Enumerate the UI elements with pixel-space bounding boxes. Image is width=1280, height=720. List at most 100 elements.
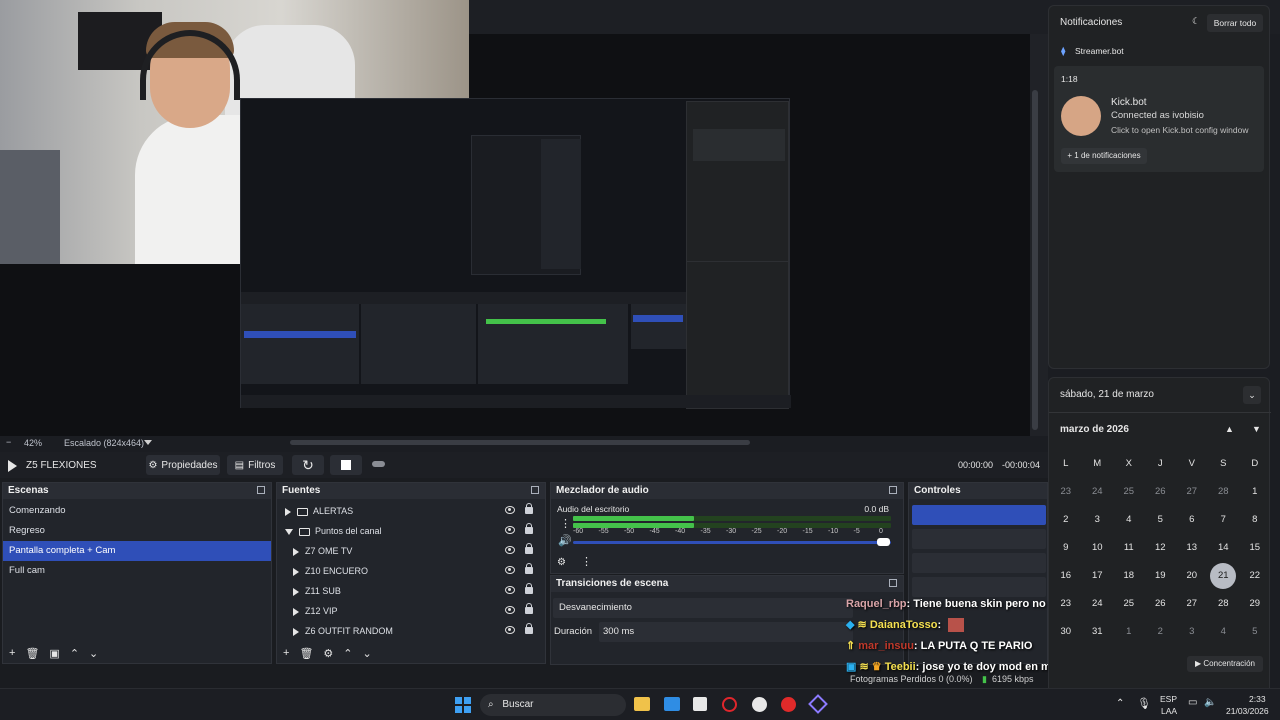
- chevron-right-icon[interactable]: [285, 507, 291, 516]
- calendar-day[interactable]: 26: [1145, 590, 1177, 618]
- lock-icon[interactable]: [525, 523, 533, 534]
- calendar-day[interactable]: 18: [1113, 562, 1145, 590]
- calendar-day[interactable]: 28: [1208, 590, 1240, 618]
- more-vertical-icon[interactable]: ⋮: [581, 555, 592, 568]
- opera-gx-icon[interactable]: [722, 697, 737, 712]
- calendar-day[interactable]: 1: [1113, 618, 1145, 646]
- speaker-icon[interactable]: 🔊: [558, 534, 572, 547]
- network-icon[interactable]: ▭: [1188, 697, 1197, 708]
- clear-all-button[interactable]: Borrar todo: [1207, 14, 1263, 32]
- scene-item[interactable]: Comenzando: [3, 501, 271, 521]
- lock-icon[interactable]: [525, 603, 533, 614]
- calendar-day[interactable]: 31: [1082, 618, 1114, 646]
- focus-session-button[interactable]: ▶ Concentración: [1187, 656, 1263, 672]
- lock-icon[interactable]: [525, 563, 533, 574]
- undock-icon[interactable]: [889, 579, 897, 587]
- lock-icon[interactable]: [525, 503, 533, 514]
- chevron-down-icon[interactable]: [285, 528, 293, 535]
- calendar-day[interactable]: 23: [1050, 590, 1082, 618]
- file-explorer-icon[interactable]: [634, 697, 650, 711]
- eye-icon[interactable]: [505, 566, 515, 574]
- eye-icon[interactable]: [505, 506, 515, 514]
- calendar-day[interactable]: 9: [1050, 534, 1082, 562]
- source-item[interactable]: ALERTAS: [277, 501, 545, 521]
- start-streaming-button[interactable]: [912, 505, 1046, 525]
- calendar-day[interactable]: 11: [1113, 534, 1145, 562]
- calendar-day[interactable]: 27: [1176, 478, 1208, 506]
- calendar-day[interactable]: 7: [1208, 506, 1240, 534]
- chevron-up-icon[interactable]: ⌃: [343, 647, 352, 660]
- photos-icon[interactable]: [664, 697, 680, 711]
- calendar-day[interactable]: 3: [1176, 618, 1208, 646]
- more-vertical-icon[interactable]: ⋮: [560, 517, 571, 530]
- eye-icon[interactable]: [505, 606, 515, 614]
- taskbar-date[interactable]: 21/03/2026: [1226, 706, 1269, 716]
- trash-icon[interactable]: 🗑: [299, 647, 313, 660]
- lock-icon[interactable]: [525, 623, 533, 634]
- calendar-day[interactable]: 10: [1082, 534, 1114, 562]
- calendar-day[interactable]: 1: [1239, 478, 1271, 506]
- chevron-up-icon[interactable]: ⌃: [1116, 698, 1124, 709]
- calendar-day[interactable]: 20: [1176, 562, 1208, 590]
- notification-card[interactable]: 1:18 Kick.bot Connected as ivobisio Clic…: [1054, 66, 1264, 172]
- chevron-down-icon[interactable]: ⌄: [363, 647, 372, 660]
- volume-icon[interactable]: 🔈: [1204, 697, 1216, 708]
- more-notifications-button[interactable]: + 1 de notificaciones: [1061, 148, 1147, 164]
- preview-vertical-scrollbar[interactable]: [1032, 90, 1038, 430]
- media-seek-handle[interactable]: [372, 461, 385, 467]
- calendar-day[interactable]: 25: [1113, 478, 1145, 506]
- calendar-day[interactable]: 27: [1176, 590, 1208, 618]
- filters-button[interactable]: ▤ Filtros: [227, 455, 283, 475]
- taskbar-time[interactable]: 2:33: [1249, 694, 1266, 704]
- lock-icon[interactable]: [525, 583, 533, 594]
- calendar-day-today[interactable]: 21: [1208, 562, 1240, 590]
- calendar-day[interactable]: 5: [1145, 506, 1177, 534]
- chevron-up-icon[interactable]: ⌃: [70, 647, 79, 660]
- control-button[interactable]: [912, 529, 1046, 549]
- undock-icon[interactable]: [531, 486, 539, 494]
- calendar-day[interactable]: 25: [1113, 590, 1145, 618]
- duration-input[interactable]: 300 ms: [599, 622, 853, 642]
- add-icon[interactable]: +: [9, 647, 15, 659]
- calendar-day[interactable]: 14: [1208, 534, 1240, 562]
- calendar-day[interactable]: 23: [1050, 478, 1082, 506]
- restart-button[interactable]: ↻: [292, 455, 324, 475]
- calendar-month[interactable]: marzo de 2026: [1060, 424, 1129, 435]
- preview-horizontal-scrollbar[interactable]: [290, 440, 750, 445]
- taskbar-search[interactable]: ⌕ Buscar: [480, 694, 626, 716]
- calendar-day[interactable]: 6: [1176, 506, 1208, 534]
- calendar-day[interactable]: 15: [1239, 534, 1271, 562]
- volume-slider-handle[interactable]: [877, 538, 890, 546]
- do-not-disturb-icon[interactable]: ☾: [1189, 16, 1203, 30]
- gear-icon[interactable]: ⚙: [323, 647, 333, 660]
- calendar-day[interactable]: 13: [1176, 534, 1208, 562]
- steam-icon[interactable]: [752, 697, 767, 712]
- calendar-day[interactable]: 2: [1145, 618, 1177, 646]
- chevron-down-icon[interactable]: [144, 440, 152, 445]
- calendar-day[interactable]: 22: [1239, 562, 1271, 590]
- source-item[interactable]: Z11 SUB: [277, 581, 545, 601]
- scene-item-selected[interactable]: Pantalla completa + Cam: [3, 541, 271, 561]
- properties-button[interactable]: ⚙ Propiedades: [146, 455, 220, 475]
- source-item[interactable]: Z6 OUTFIT RANDOM: [277, 621, 545, 641]
- obs-icon[interactable]: [781, 697, 796, 712]
- scene-item[interactable]: Full cam: [3, 561, 271, 581]
- source-item[interactable]: Z7 OME TV: [277, 541, 545, 561]
- calendar-day[interactable]: 16: [1050, 562, 1082, 590]
- eye-icon[interactable]: [505, 626, 515, 634]
- calendar-day[interactable]: 19: [1145, 562, 1177, 590]
- calendar-day[interactable]: 4: [1113, 506, 1145, 534]
- gear-icon[interactable]: ⚙: [557, 557, 566, 568]
- stop-button[interactable]: [330, 455, 362, 475]
- transition-select[interactable]: Desvanecimiento: [553, 598, 853, 618]
- collapse-calendar-button[interactable]: ⌄: [1243, 386, 1261, 404]
- calendar-day[interactable]: 2: [1050, 506, 1082, 534]
- calendar-day[interactable]: 30: [1050, 618, 1082, 646]
- source-item[interactable]: Z10 ENCUERO: [277, 561, 545, 581]
- streamerbot-taskbar-icon[interactable]: [808, 694, 828, 714]
- source-item[interactable]: Z12 VIP: [277, 601, 545, 621]
- eye-icon[interactable]: [505, 526, 515, 534]
- calendar-day[interactable]: 28: [1208, 478, 1240, 506]
- lock-icon[interactable]: [525, 543, 533, 554]
- zoom-out-icon[interactable]: −: [6, 437, 11, 447]
